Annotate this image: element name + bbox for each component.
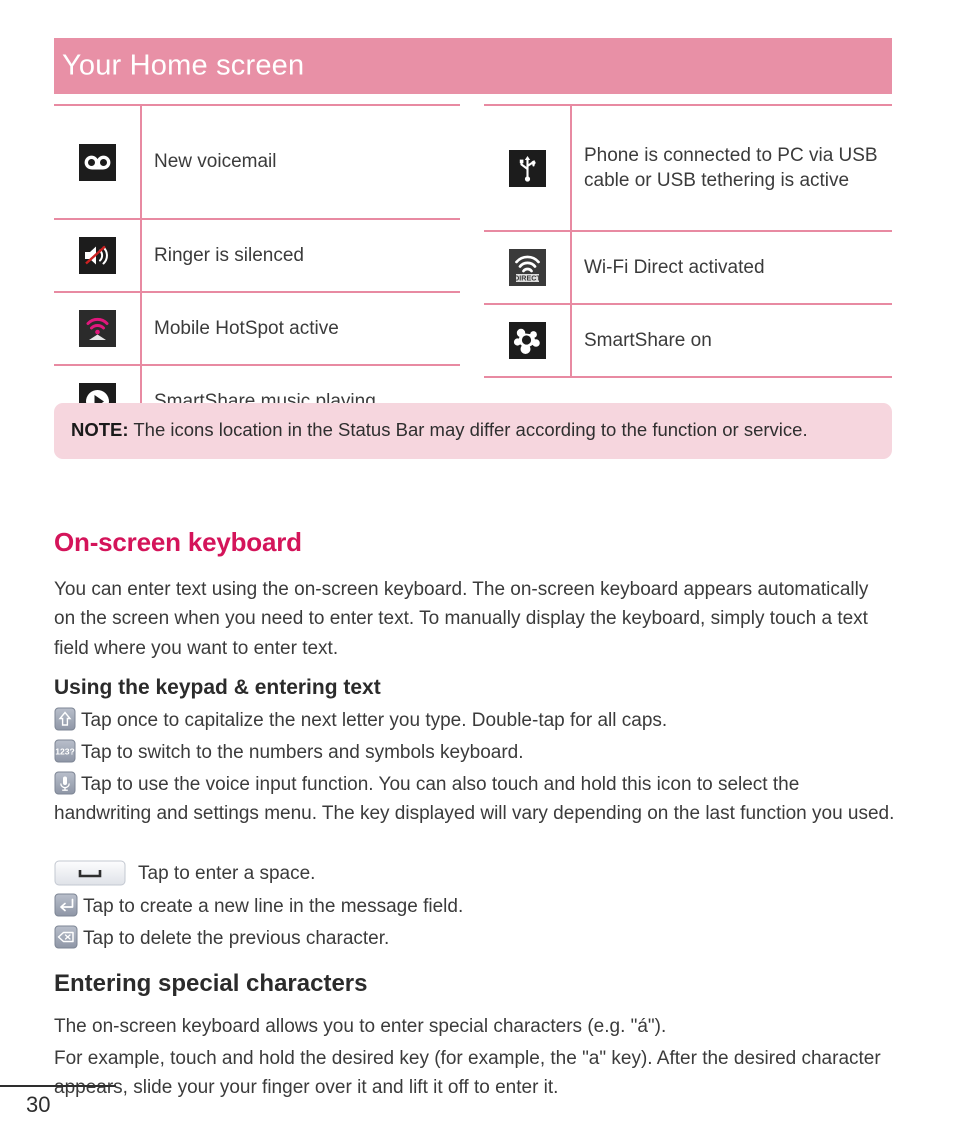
table-row: New voicemail [54, 104, 460, 220]
shift-key-icon [54, 707, 76, 731]
keypad-line-enter-text: Tap to create a new line in the message … [83, 896, 464, 917]
onscreen-keyboard-paragraph: You can enter text using the on-screen k… [54, 579, 869, 659]
table-cell-icon [54, 104, 142, 220]
table-cell-label: SmartShare on [571, 304, 892, 378]
table-cell-label: Phone is connected to PC via USB cable o… [571, 104, 892, 232]
keypad-line-enter: Tap to create a new line in the message … [54, 893, 899, 922]
status-icon-table-right: Phone is connected to PC via USB cable o… [484, 104, 892, 378]
subheading-using-keypad: Using the keypad & entering text [54, 676, 381, 699]
wifi-direct-icon: DIRECT [508, 249, 546, 286]
special-characters-paragraph-2: For example, touch and hold the desired … [54, 1048, 881, 1099]
table-cell-icon [484, 104, 572, 232]
voice-input-key-icon [54, 771, 76, 795]
note-text: The icons location in the Status Bar may… [128, 419, 808, 440]
svg-text:123?: 123? [55, 747, 75, 757]
special-characters-paragraph-1: The on-screen keyboard allows you to ent… [54, 1016, 667, 1037]
smartshare-icon [508, 322, 546, 359]
keypad-line-shift-text: Tap once to capitalize the next letter y… [81, 710, 668, 731]
table-row: Phone is connected to PC via USB cable o… [484, 104, 892, 232]
keypad-line-delete: Tap to delete the previous character. [54, 925, 899, 954]
table-row: SmartShare on [484, 304, 892, 378]
ringer-silenced-icon [78, 237, 116, 274]
footer-rule [0, 1085, 116, 1087]
svg-text:DIRECT: DIRECT [514, 273, 541, 282]
keypad-line-shift: Tap once to capitalize the next letter y… [54, 707, 899, 736]
table-row: Mobile HotSpot active [54, 292, 460, 366]
usb-icon [508, 149, 546, 187]
keypad-line-voice-text: Tap to use the voice input function. You… [54, 774, 895, 824]
page-number: 30 [26, 1092, 51, 1117]
voicemail-icon [78, 143, 116, 181]
page-title: Your Home screen [62, 49, 305, 82]
table-cell-icon [54, 219, 142, 293]
keypad-line-numbers-text: Tap to switch to the numbers and symbols… [81, 742, 524, 763]
table-cell-icon: DIRECT [484, 231, 572, 305]
table-cell-icon [484, 304, 572, 378]
page-header-banner: Your Home screen [54, 38, 892, 94]
table-cell-label: Mobile HotSpot active [141, 292, 460, 366]
mobile-hotspot-icon [78, 310, 116, 347]
keypad-line-numbers: 123? Tap to switch to the numbers and sy… [54, 739, 899, 768]
table-row: DIRECT Wi-Fi Direct activated [484, 231, 892, 305]
note-label: NOTE: [71, 419, 129, 440]
space-key-icon [54, 860, 126, 886]
keypad-line-voice: Tap to use the voice input function. You… [54, 771, 899, 828]
section-heading-onscreen-keyboard: On-screen keyboard [54, 527, 302, 557]
table-cell-label: Wi-Fi Direct activated [571, 231, 892, 305]
table-cell-label: Ringer is silenced [141, 219, 460, 293]
enter-key-icon [54, 893, 78, 917]
table-cell-label: New voicemail [141, 104, 460, 220]
subheading-special-characters: Entering special characters [54, 970, 368, 997]
keypad-line-delete-text: Tap to delete the previous character. [83, 928, 390, 949]
table-cell-icon [54, 292, 142, 366]
status-icon-table-left: New voicemail Ringer is silenced Mobile … [54, 104, 460, 439]
keypad-line-space: Tap to enter a space. [54, 860, 899, 889]
numbers-symbols-key-icon: 123? [54, 739, 76, 763]
note-callout: NOTE: The icons location in the Status B… [54, 403, 892, 459]
keypad-line-space-text: Tap to enter a space. [138, 863, 316, 884]
table-row: Ringer is silenced [54, 219, 460, 293]
delete-key-icon [54, 925, 78, 949]
